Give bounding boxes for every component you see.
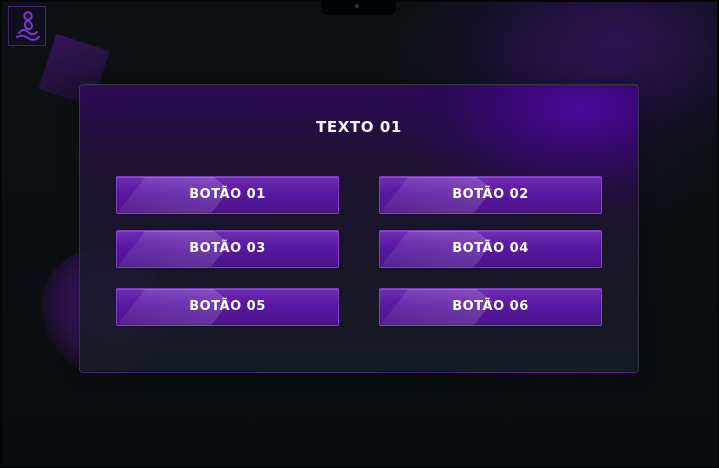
button-01[interactable]: BOTÃO 01: [116, 176, 339, 214]
app-screen: TEXTO 01 BOTÃO 01 BOTÃO 02 BOTÃO 03 BOTÃ…: [0, 0, 719, 468]
camera-notch: [321, 0, 396, 15]
button-02-label: BOTÃO 02: [452, 187, 529, 202]
button-03[interactable]: BOTÃO 03: [116, 230, 339, 268]
button-05-label: BOTÃO 05: [189, 299, 266, 314]
button-01-label: BOTÃO 01: [189, 187, 266, 202]
camera-dot: [355, 4, 359, 8]
button-03-label: BOTÃO 03: [189, 241, 266, 256]
button-05[interactable]: BOTÃO 05: [116, 288, 339, 326]
button-04-label: BOTÃO 04: [452, 241, 529, 256]
panel-title: TEXTO 01: [316, 118, 402, 136]
button-02[interactable]: BOTÃO 02: [379, 176, 602, 214]
button-06[interactable]: BOTÃO 06: [379, 288, 602, 326]
logo-badge: [8, 6, 46, 46]
main-panel: TEXTO 01: [79, 84, 639, 373]
button-06-label: BOTÃO 06: [452, 299, 529, 314]
button-04[interactable]: BOTÃO 04: [379, 230, 602, 268]
